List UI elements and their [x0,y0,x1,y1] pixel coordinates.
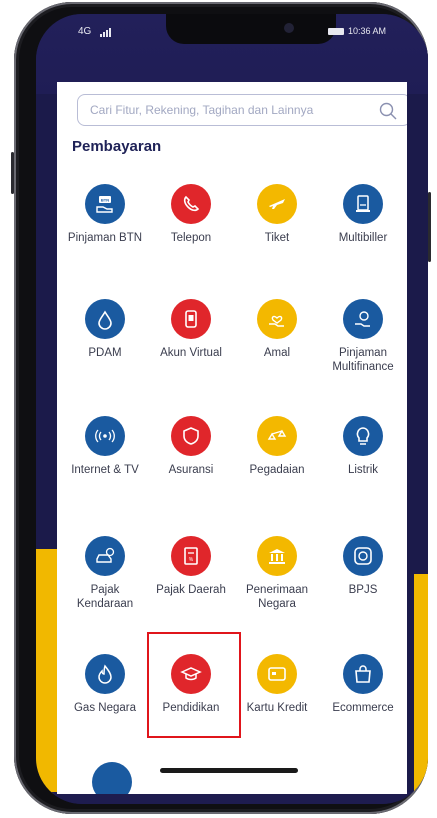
next-row-icon-partial [92,762,132,794]
svg-text:%: % [189,557,194,563]
selection-highlight [147,632,241,738]
menu-item-label: PDAM [88,347,122,359]
menu-item-label: Telepon [170,232,212,244]
menu-item-label: Pinjaman BTN [67,232,143,244]
search-icon[interactable] [378,101,398,121]
clock: 10:36 AM [347,26,386,36]
menu-item-pajak-kendaraan[interactable]: Pajak Kendaraan [61,536,149,611]
menu-item-gas-negara[interactable]: Gas Negara [61,654,149,715]
menu-item-telepon[interactable]: Telepon [147,184,235,245]
menu-item-label: Akun Virtual [160,347,222,359]
menu-item-pajak-daerah[interactable]: % Pajak Daerah [147,536,235,597]
menu-item-label: Pegadaian [249,464,305,476]
flame-icon [85,654,125,694]
status-left: 4G [78,26,112,37]
health-badge-icon [343,536,383,576]
tax-document-icon: % [171,536,211,576]
menu-item-pdam[interactable]: PDAM [61,299,149,360]
menu-item-label: Multibiller [338,232,388,244]
power-button [428,192,431,262]
menu-item-label: Kartu Kredit [246,702,308,714]
signal-icon [100,26,112,37]
menu-item-penerimaan-negara[interactable]: Penerimaan Negara [233,536,321,611]
menu-item-amal[interactable]: Amal [233,299,321,360]
section-title: Pembayaran [72,138,162,155]
status-right: 10:36 AM [327,26,386,36]
scale-icon [257,416,297,456]
shopping-bag-icon [343,654,383,694]
coin-hand-icon [343,299,383,339]
menu-item-label: Penerimaan Negara [245,584,308,610]
background-accent-right [414,574,428,794]
svg-text:BTN: BTN [101,198,109,203]
menu-item-internet-tv[interactable]: Internet & TV [61,416,149,477]
car-tax-icon [85,536,125,576]
menu-item-tiket[interactable]: Tiket [233,184,321,245]
credit-card-icon [257,654,297,694]
battery-icon [327,27,344,35]
volume-button [11,152,14,194]
menu-item-label: Listrik [347,464,379,476]
notch [166,14,336,44]
shield-icon [171,416,211,456]
menu-item-ecommerce[interactable]: Ecommerce [319,654,407,715]
menu-item-listrik[interactable]: Listrik [319,416,407,477]
mobile-account-icon [171,299,211,339]
water-drop-icon [85,299,125,339]
menu-item-label: Pajak Daerah [156,584,226,596]
menu-item-label: Tiket [264,232,290,244]
home-indicator[interactable] [160,768,298,773]
airplane-icon [257,184,297,224]
search-bar[interactable] [77,94,407,126]
menu-item-akun-virtual[interactable]: Akun Virtual [147,299,235,360]
menu-item-bpjs[interactable]: BPJS [319,536,407,597]
government-building-icon [257,536,297,576]
menu-item-pegadaian[interactable]: Pegadaian [233,416,321,477]
hand-card-icon: BTN [85,184,125,224]
menu-item-label: Amal [263,347,291,359]
menu-item-label: Asuransi [168,464,214,476]
phone-icon [171,184,211,224]
menu-item-label: Pajak Kendaraan [76,584,134,610]
menu-item-multibiller[interactable]: Multibiller [319,184,407,245]
menu-item-pinjaman-btn[interactable]: BTN Pinjaman BTN [61,184,149,245]
menu-item-label: Internet & TV [71,464,139,476]
menu-item-kartu-kredit[interactable]: Kartu Kredit [233,654,321,715]
menu-item-label: Ecommerce [332,702,394,714]
network-type: 4G [78,26,92,37]
menu-item-label: Gas Negara [73,702,136,714]
menu-item-label: BPJS [348,584,378,596]
bill-icon [343,184,383,224]
search-input[interactable] [90,103,370,117]
front-camera [284,23,294,33]
lightbulb-icon [343,416,383,456]
menu-item-label: Pinjaman Multifinance [332,347,394,373]
background-accent-left [36,549,58,794]
menu-item-asuransi[interactable]: Asuransi [147,416,235,477]
menu-item-pinjaman-multifinance[interactable]: Pinjaman Multifinance [319,299,407,374]
heart-hand-icon [257,299,297,339]
broadcast-icon [85,416,125,456]
